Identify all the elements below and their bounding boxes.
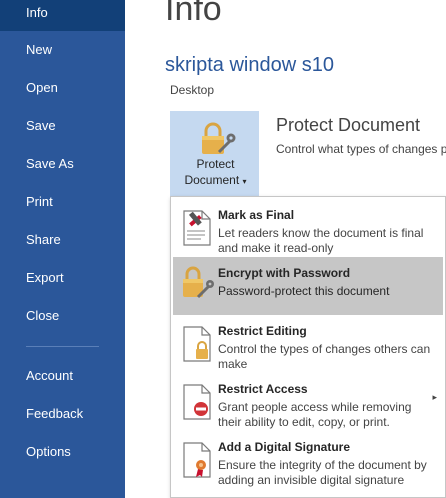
protect-description: Control what types of changes p <box>276 142 446 156</box>
submenu-arrow-icon: ▸ <box>432 392 437 402</box>
chevron-down-icon: ▾ <box>242 177 247 186</box>
sidebar-item-save-as[interactable]: Save As <box>0 146 125 182</box>
sidebar-item-open[interactable]: Open <box>0 70 125 106</box>
menu-item-title: Restrict Access <box>218 382 308 396</box>
sidebar-item-new[interactable]: New <box>0 32 125 68</box>
doc-restrict-icon <box>183 384 211 420</box>
menu-item-description: Password-protect this document <box>218 284 390 298</box>
mark-final-icon <box>183 210 211 246</box>
protect-button-label-line1: Protect <box>196 157 235 171</box>
sidebar-item-account[interactable]: Account <box>0 358 125 394</box>
doc-ribbon-icon <box>183 442 211 478</box>
menu-item-title: Encrypt with Password <box>218 266 351 280</box>
menu-item-restrict-editing[interactable]: Restrict Editing Control the types of ch… <box>173 315 443 373</box>
menu-item-encrypt-with-password[interactable]: Encrypt with Password Password-protect t… <box>173 257 443 315</box>
document-location: Desktop <box>170 83 215 97</box>
lock-key-icon <box>183 266 214 299</box>
backstage-sidebar: Info New Open Save Save As Print Share E… <box>0 0 125 498</box>
sidebar-item-export[interactable]: Export <box>0 260 125 296</box>
sidebar-item-info[interactable]: Info <box>0 0 125 31</box>
protect-document-button[interactable]: Protect Document ▾ <box>170 111 259 196</box>
protect-dropdown-menu: Mark as Final Let readers know the docum… <box>170 196 446 498</box>
menu-item-description: Ensure the integrity of the document by … <box>218 458 427 487</box>
protect-button-label-line2: Document ▾ <box>184 173 247 187</box>
menu-item-title: Mark as Final <box>218 208 295 222</box>
sidebar-item-share[interactable]: Share <box>0 222 125 258</box>
menu-item-description: Control the types of changes others can … <box>218 342 431 371</box>
doc-lock-icon <box>183 326 211 362</box>
menu-item-mark-as-final[interactable]: Mark as Final Let readers know the docum… <box>173 199 443 257</box>
menu-item-title: Add a Digital Signature <box>218 440 351 454</box>
menu-item-title: Restrict Editing <box>218 324 307 338</box>
sidebar-item-options[interactable]: Options <box>0 434 125 470</box>
sidebar-item-save[interactable]: Save <box>0 108 125 144</box>
sidebar-item-close[interactable]: Close <box>0 298 125 334</box>
menu-item-restrict-access[interactable]: Restrict Access Grant people access whil… <box>173 373 443 431</box>
protect-heading: Protect Document <box>276 115 421 135</box>
document-name: skripta window s10 <box>165 54 334 76</box>
menu-item-add-digital-signature[interactable]: Add a Digital Signature Ensure the integ… <box>173 431 443 489</box>
sidebar-item-print[interactable]: Print <box>0 184 125 220</box>
sidebar-divider <box>26 346 99 347</box>
menu-item-description: Grant people access while removing their… <box>218 400 412 429</box>
menu-item-description: Let readers know the document is final a… <box>218 226 424 255</box>
lock-key-icon <box>202 122 236 154</box>
page-title: Info <box>165 0 222 28</box>
sidebar-item-feedback[interactable]: Feedback <box>0 396 125 432</box>
